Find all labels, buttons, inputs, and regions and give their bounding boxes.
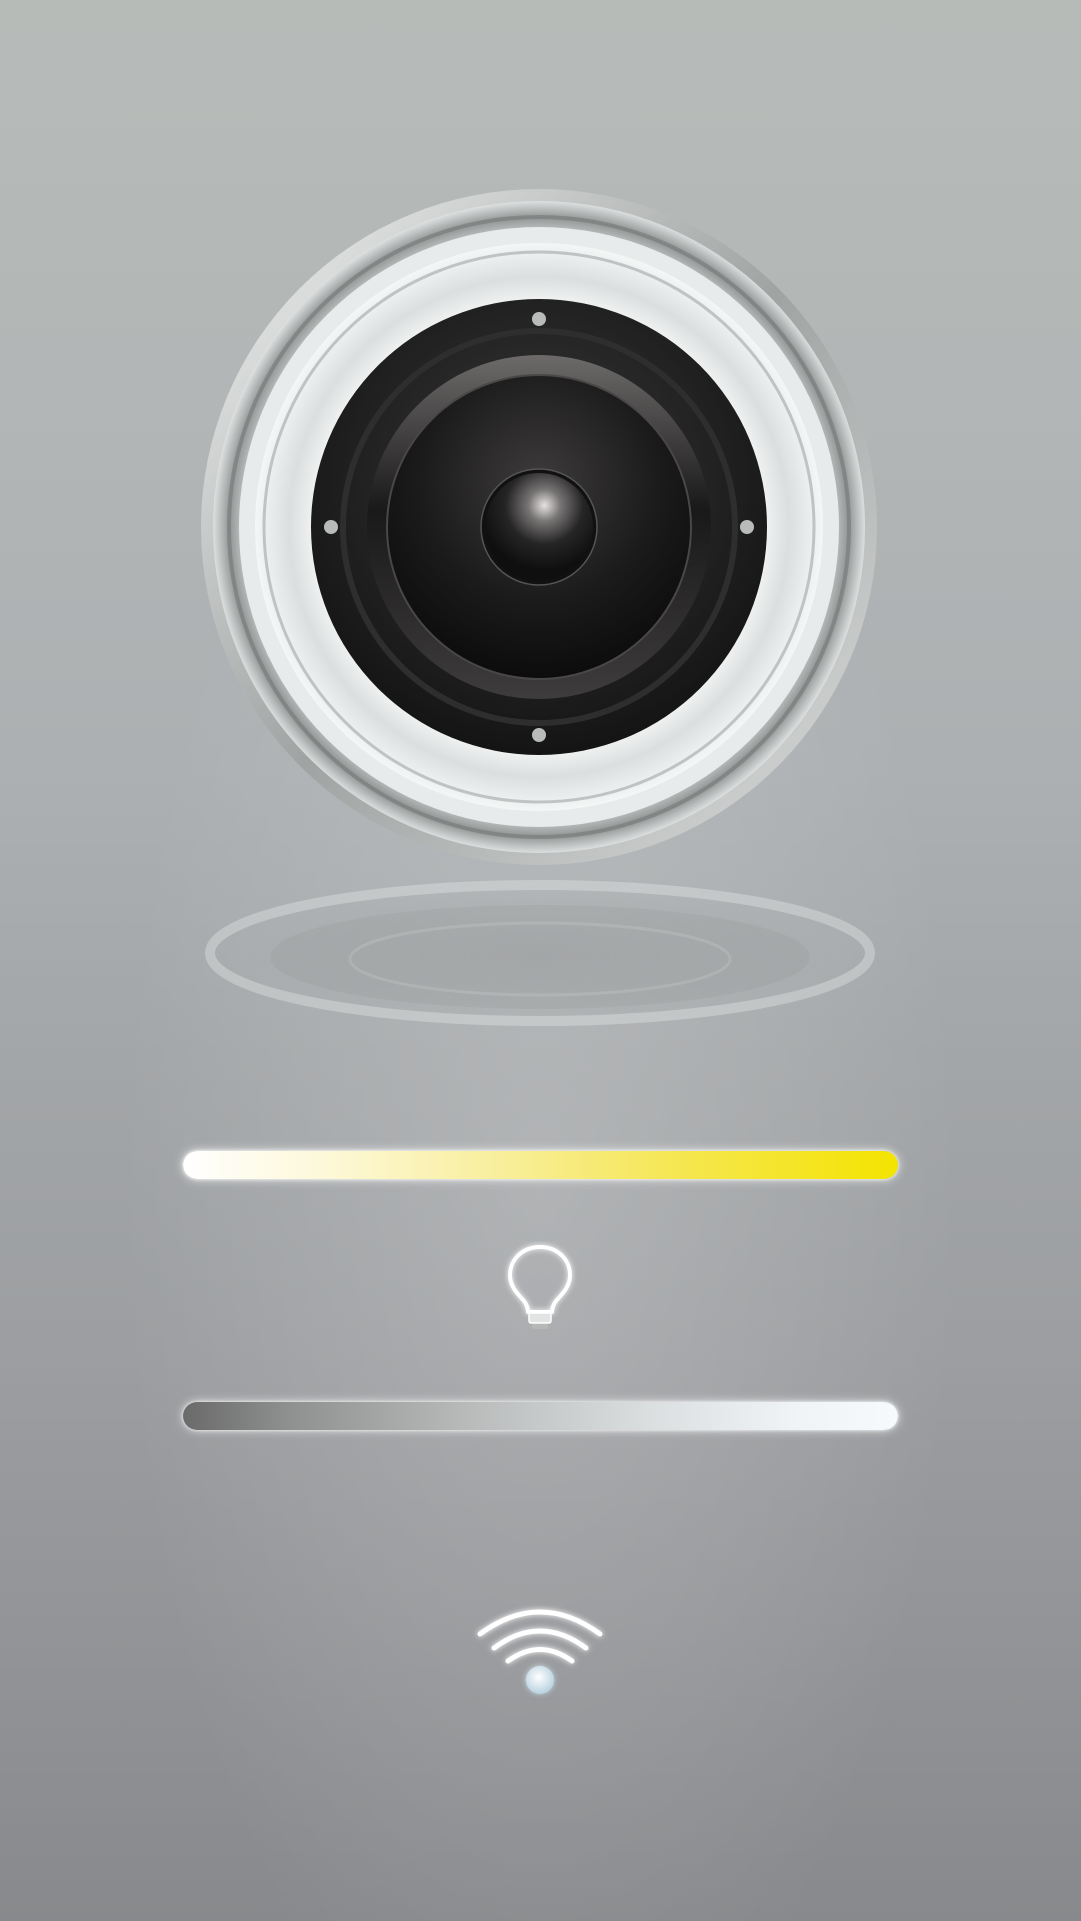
color-temperature-slider[interactable] (183, 1402, 898, 1430)
speaker-reflection (175, 865, 905, 1035)
wifi-icon[interactable] (472, 1598, 608, 1698)
app-screen (0, 0, 1081, 1921)
speaker-icon[interactable] (198, 186, 880, 868)
light-bulb-icon[interactable] (500, 1241, 580, 1333)
brightness-slider-fill (183, 1151, 898, 1179)
color-temperature-slider-fill (183, 1402, 898, 1430)
brightness-slider[interactable] (183, 1151, 898, 1179)
